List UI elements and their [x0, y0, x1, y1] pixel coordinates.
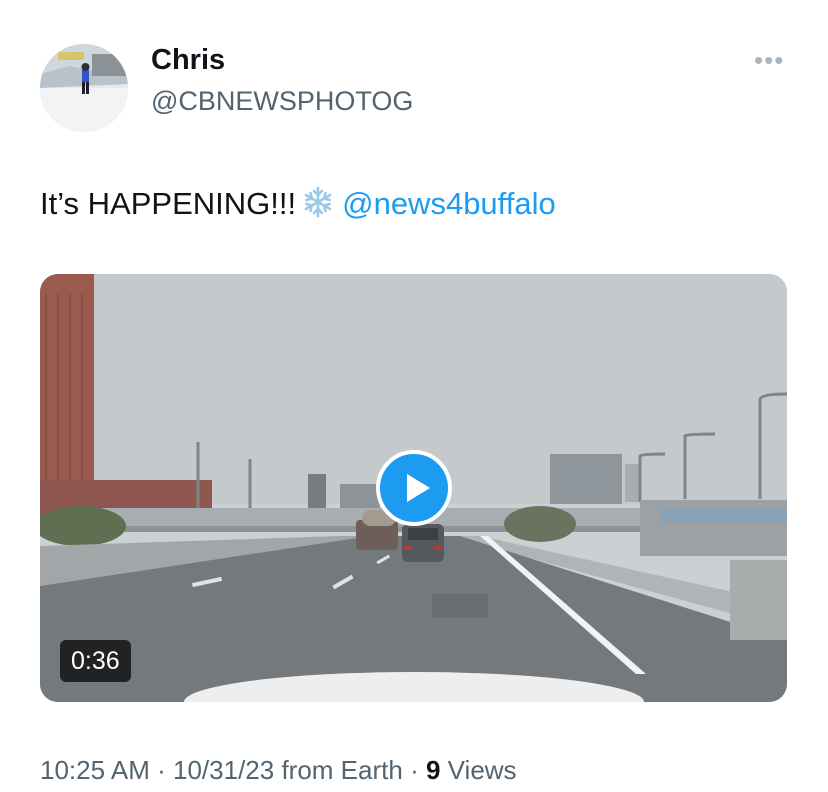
avatar[interactable]	[40, 44, 128, 132]
more-options-icon[interactable]: •••	[754, 47, 784, 73]
video-player[interactable]: 0:36	[40, 274, 787, 702]
avatar-image	[40, 44, 128, 132]
meta-separator: ·	[410, 755, 419, 785]
tweet-date[interactable]: 10/31/23	[173, 755, 274, 785]
play-button[interactable]	[376, 450, 452, 526]
play-icon	[407, 474, 430, 502]
meta-separator: ·	[157, 755, 166, 785]
views-count: 9	[425, 755, 441, 785]
author-name[interactable]: Chris	[151, 44, 225, 77]
author-handle[interactable]: @CBNEWSPHOTOG	[151, 86, 413, 117]
snowflake-icon	[302, 186, 334, 226]
tweet-source: from Earth	[281, 755, 403, 785]
tweet-text: It’s HAPPENING!!! @news4buffalo	[40, 186, 556, 226]
mention-link[interactable]: @news4buffalo	[342, 186, 556, 221]
video-duration: 0:36	[60, 640, 131, 682]
tweet-time[interactable]: 10:25 AM	[40, 755, 150, 785]
views-label: Views	[447, 755, 517, 785]
tweet-meta: 10:25 AM · 10/31/23 from Earth · 9 Views	[40, 755, 517, 786]
tweet-body: It’s HAPPENING!!!	[40, 186, 297, 221]
